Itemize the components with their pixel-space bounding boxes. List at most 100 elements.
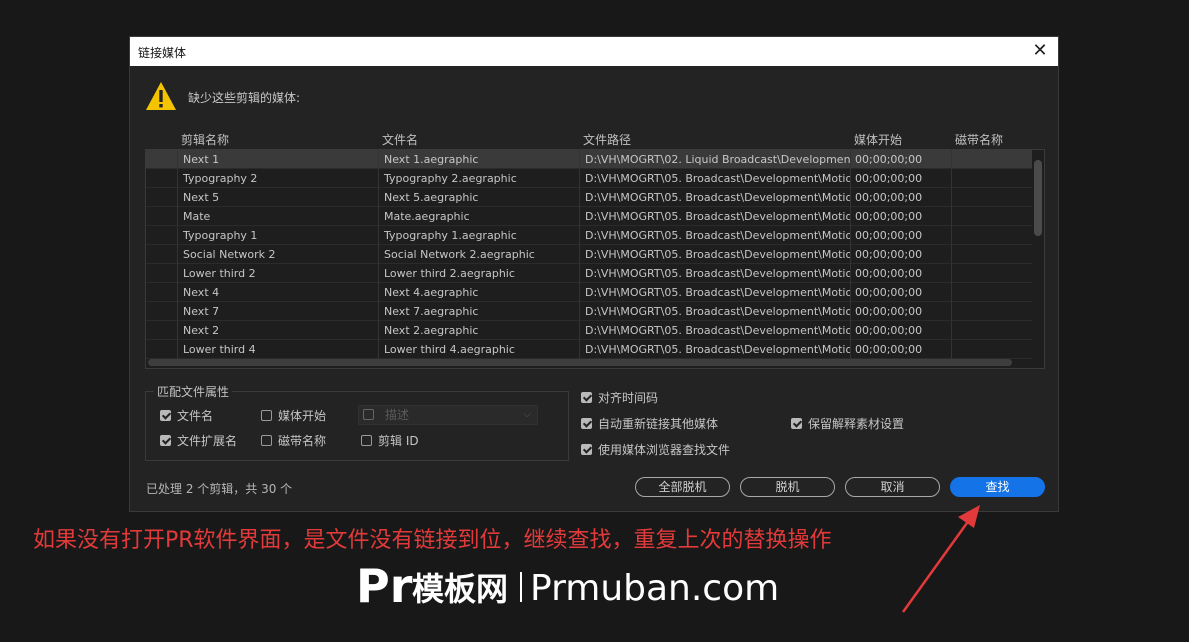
table-row[interactable]: Next 5 Next 5.aegraphic D:\VH\MOGRT\05. Br… (146, 188, 1032, 207)
file-name-cell: Typography 1.aegraphic (378, 226, 579, 245)
table-body[interactable]: Next 1 Next 1.aegraphic D:\VH\MOGRT\02. Li… (145, 149, 1045, 369)
media-start-cell: 00;00;00;00 (850, 264, 951, 283)
clip-name-cell: Mate (177, 207, 378, 226)
header-tape-name[interactable]: 磁带名称 (955, 131, 1003, 148)
dialog-titlebar: 链接媒体 ✕ (130, 37, 1058, 66)
table-row[interactable]: Lower third 4 Lower third 4.aegraphic D:\V… (146, 340, 1032, 359)
file-name-cell: Next 4.aegraphic (378, 283, 579, 302)
vertical-scrollbar[interactable] (1034, 160, 1042, 236)
row-marker (146, 302, 177, 321)
file-name-cell: Lower third 4.aegraphic (378, 340, 579, 359)
table-row[interactable]: Next 7 Next 7.aegraphic D:\VH\MOGRT\05. Br… (146, 302, 1032, 321)
row-marker (146, 150, 177, 169)
tape-name-cell (951, 321, 1032, 340)
table-row[interactable]: Typography 2 Typography 2.aegraphic D:\VH\… (146, 169, 1032, 188)
file-path-cell: D:\VH\MOGRT\05. Broadcast\Development\Mo… (579, 340, 850, 359)
header-clip-name[interactable]: 剪辑名称 (181, 131, 229, 148)
cancel-button[interactable]: 取消 (845, 477, 940, 497)
match-clip-id-checkbox[interactable]: 剪辑 ID (361, 432, 419, 449)
media-start-cell: 00;00;00;00 (850, 340, 951, 359)
clip-name-cell: Lower third 2 (177, 264, 378, 283)
file-path-cell: D:\VH\MOGRT\05. Broadcast\Development\Mo… (579, 226, 850, 245)
row-marker (146, 340, 177, 359)
row-marker (146, 245, 177, 264)
clip-name-cell: Next 4 (177, 283, 378, 302)
header-media-start[interactable]: 媒体开始 (854, 131, 902, 148)
file-name-cell: Typography 2.aegraphic (378, 169, 579, 188)
table-row[interactable]: Next 1 Next 1.aegraphic D:\VH\MOGRT\02. Li… (146, 150, 1032, 169)
tape-name-cell (951, 188, 1032, 207)
offline-button[interactable]: 脱机 (740, 477, 835, 497)
offline-all-button[interactable]: 全部脱机 (635, 477, 730, 497)
file-path-cell: D:\VH\MOGRT\05. Broadcast\Development\Mo… (579, 321, 850, 340)
tape-name-cell (951, 207, 1032, 226)
use-media-browser-checkbox[interactable]: 使用媒体浏览器查找文件 (581, 441, 730, 458)
file-name-cell: Next 7.aegraphic (378, 302, 579, 321)
match-filename-checkbox[interactable]: 文件名 (160, 407, 213, 424)
relink-others-checkbox[interactable]: 自动重新链接其他媒体 (581, 415, 718, 432)
clip-name-cell: Next 2 (177, 321, 378, 340)
file-name-cell: Lower third 2.aegraphic (378, 264, 579, 283)
checkbox-icon (361, 435, 372, 446)
header-file-name[interactable]: 文件名 (382, 131, 418, 148)
missing-media-message: 缺少这些剪辑的媒体: (188, 91, 301, 105)
dialog-title: 链接媒体 (138, 46, 187, 60)
media-start-cell: 00;00;00;00 (850, 283, 951, 302)
file-path-cell: D:\VH\MOGRT\02. Liquid Broadcast\Develop… (579, 150, 850, 169)
row-marker (146, 169, 177, 188)
row-marker (146, 226, 177, 245)
tape-name-cell (951, 264, 1032, 283)
row-marker (146, 264, 177, 283)
table-row[interactable]: Next 4 Next 4.aegraphic D:\VH\MOGRT\05. Br… (146, 283, 1032, 302)
header-file-path[interactable]: 文件路径 (583, 131, 631, 148)
file-name-cell: Mate.aegraphic (378, 207, 579, 226)
match-tape-name-checkbox[interactable]: 磁带名称 (261, 432, 326, 449)
table-row[interactable]: Next 2 Next 2.aegraphic D:\VH\MOGRT\05. Br… (146, 321, 1032, 340)
row-marker (146, 188, 177, 207)
match-properties-legend: 匹配文件属性 (154, 383, 233, 400)
annotation-caption: 如果没有打开PR软件界面，是文件没有链接到位，继续查找，重复上次的替换操作 (33, 528, 832, 553)
clip-name-cell: Social Network 2 (177, 245, 378, 264)
file-path-cell: D:\VH\MOGRT\05. Broadcast\Development\Mo… (579, 302, 850, 321)
checkbox-icon (261, 410, 272, 421)
table-row[interactable]: Mate Mate.aegraphic D:\VH\MOGRT\05. Broadc… (146, 207, 1032, 226)
chevron-down-icon: ⌵ (523, 409, 531, 420)
file-name-cell: Next 2.aegraphic (378, 321, 579, 340)
clip-name-cell: Next 5 (177, 188, 378, 207)
media-start-cell: 00;00;00;00 (850, 150, 951, 169)
description-checkbox (363, 409, 374, 420)
preserve-interpret-checkbox[interactable]: 保留解释素材设置 (791, 415, 904, 432)
tape-name-cell (951, 226, 1032, 245)
table-row[interactable]: Social Network 2 Social Network 2.aegraph… (146, 245, 1032, 264)
media-start-cell: 00;00;00;00 (850, 245, 951, 264)
checkbox-icon (261, 435, 272, 446)
tape-name-cell (951, 169, 1032, 188)
locate-button[interactable]: 查找 (950, 477, 1045, 497)
media-start-cell: 00;00;00;00 (850, 226, 951, 245)
horizontal-scrollbar[interactable] (148, 359, 1012, 366)
file-name-cell: Social Network 2.aegraphic (378, 245, 579, 264)
file-path-cell: D:\VH\MOGRT\05. Broadcast\Development\Mo… (579, 264, 850, 283)
tape-name-cell (951, 283, 1032, 302)
file-path-cell: D:\VH\MOGRT\05. Broadcast\Development\Mo… (579, 207, 850, 226)
checkbox-icon (581, 444, 592, 455)
watermark-logo: Pr 模板网 Prmuban.com (356, 559, 779, 613)
clip-name-cell: Typography 1 (177, 226, 378, 245)
watermark-pr: Pr (356, 559, 413, 613)
match-properties-group: 匹配文件属性 文件名 文件扩展名 媒体开始 磁带名称 剪辑 ID 描述 ⌵ (145, 383, 569, 461)
watermark-domain: Prmuban.com (530, 568, 779, 609)
checkbox-icon (160, 435, 171, 446)
link-media-dialog: 链接媒体 ✕ 缺少这些剪辑的媒体: 剪辑名称 文件名 文件路径 媒体开始 磁带名… (129, 36, 1059, 512)
match-media-start-checkbox[interactable]: 媒体开始 (261, 407, 326, 424)
match-extension-checkbox[interactable]: 文件扩展名 (160, 432, 237, 449)
row-marker (146, 283, 177, 302)
tape-name-cell (951, 245, 1032, 264)
close-icon[interactable]: ✕ (1028, 39, 1052, 63)
table-row[interactable]: Lower third 2 Lower third 2.aegraphic D:\V… (146, 264, 1032, 283)
table-row[interactable]: Typography 1 Typography 1.aegraphic D:\VH\… (146, 226, 1032, 245)
tape-name-cell (951, 302, 1032, 321)
align-timecode-checkbox[interactable]: 对齐时间码 (581, 389, 658, 406)
file-path-cell: D:\VH\MOGRT\05. Broadcast\Development\Mo… (579, 283, 850, 302)
checkbox-icon (160, 410, 171, 421)
file-path-cell: D:\VH\MOGRT\05. Broadcast\Development\Mo… (579, 188, 850, 207)
